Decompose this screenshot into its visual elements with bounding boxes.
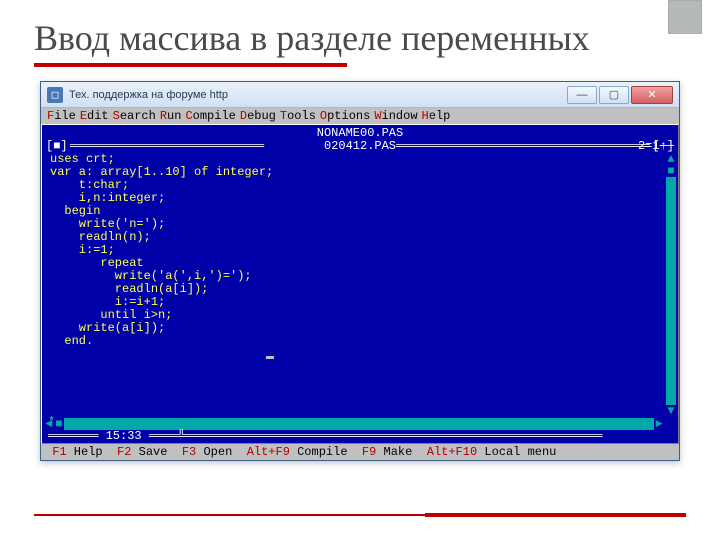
menu-un[interactable]: Run bbox=[158, 109, 184, 123]
fkey-f1[interactable]: F1 Help bbox=[52, 445, 117, 459]
status-line: ═══════ 15:33 ════╩═════════════════════… bbox=[44, 430, 676, 443]
menu-bar[interactable]: File Edit Search Run Compile Debug Tools… bbox=[41, 108, 679, 124]
fkey-f3[interactable]: F3 Open bbox=[182, 445, 247, 459]
menu-ools[interactable]: Tools bbox=[278, 109, 318, 123]
app-window: □ Тех. поддержка на форуме http ― ▢ ✕ Fi… bbox=[40, 81, 680, 461]
scroll-thumb[interactable]: ■ bbox=[666, 165, 676, 177]
slide: Ввод массива в разделе переменных □ Тех.… bbox=[0, 0, 720, 540]
menu-ompile[interactable]: Compile bbox=[183, 109, 237, 123]
scroll-right-icon[interactable]: ► bbox=[654, 418, 664, 430]
menu-ebug[interactable]: Debug bbox=[238, 109, 278, 123]
menu-ptions[interactable]: Options bbox=[318, 109, 372, 123]
active-file-name: 020412.PAS bbox=[324, 140, 396, 153]
function-key-bar[interactable]: F1 Help F2 Save F3 Open Alt+F9 Compile F… bbox=[41, 444, 679, 460]
menu-indow[interactable]: Window bbox=[372, 109, 419, 123]
scroll-down-icon[interactable]: ▼ bbox=[666, 405, 676, 417]
fkey-alt+f9[interactable]: Alt+F9 Compile bbox=[247, 445, 362, 459]
ide-container: File Edit Search Run Compile Debug Tools… bbox=[41, 108, 679, 460]
code-content[interactable]: uses crt; var a: array[1..10] of integer… bbox=[44, 153, 676, 361]
minimize-button[interactable]: ― bbox=[567, 86, 597, 104]
accent-box bbox=[668, 0, 702, 34]
bottom-underline bbox=[34, 514, 686, 516]
menu-elp[interactable]: Help bbox=[420, 109, 453, 123]
fkey-alt+f10[interactable]: Alt+F10 Local menu bbox=[427, 445, 557, 459]
app-icon: □ bbox=[47, 87, 63, 103]
fkey-f2[interactable]: F2 Save bbox=[117, 445, 182, 459]
text-cursor bbox=[266, 356, 274, 359]
window-title: Тех. поддержка на форуме http bbox=[69, 89, 567, 101]
vertical-scrollbar[interactable]: ▲ ■ ▼ bbox=[666, 153, 676, 417]
window-controls: ― ▢ ✕ bbox=[567, 86, 673, 104]
menu-ile[interactable]: File bbox=[45, 109, 78, 123]
maximize-button[interactable]: ▢ bbox=[599, 86, 629, 104]
titlebar[interactable]: □ Тех. поддержка на форуме http ― ▢ ✕ bbox=[41, 82, 679, 108]
active-file-line: [■] ═══════════════════════════ 020412.P… bbox=[44, 140, 676, 153]
close-button[interactable]: ✕ bbox=[631, 86, 673, 104]
menu-dit[interactable]: Edit bbox=[78, 109, 111, 123]
slide-title: Ввод массива в разделе переменных bbox=[34, 18, 686, 59]
menu-earch[interactable]: Search bbox=[111, 109, 158, 123]
title-underline bbox=[34, 63, 347, 67]
editor-frame: NONAME00.PAS [■] ═══════════════════════… bbox=[44, 127, 676, 417]
editor-area[interactable]: NONAME00.PAS [■] ═══════════════════════… bbox=[41, 124, 679, 444]
fkey-f9[interactable]: F9 Make bbox=[362, 445, 427, 459]
modified-marker-icon: * bbox=[48, 416, 55, 429]
